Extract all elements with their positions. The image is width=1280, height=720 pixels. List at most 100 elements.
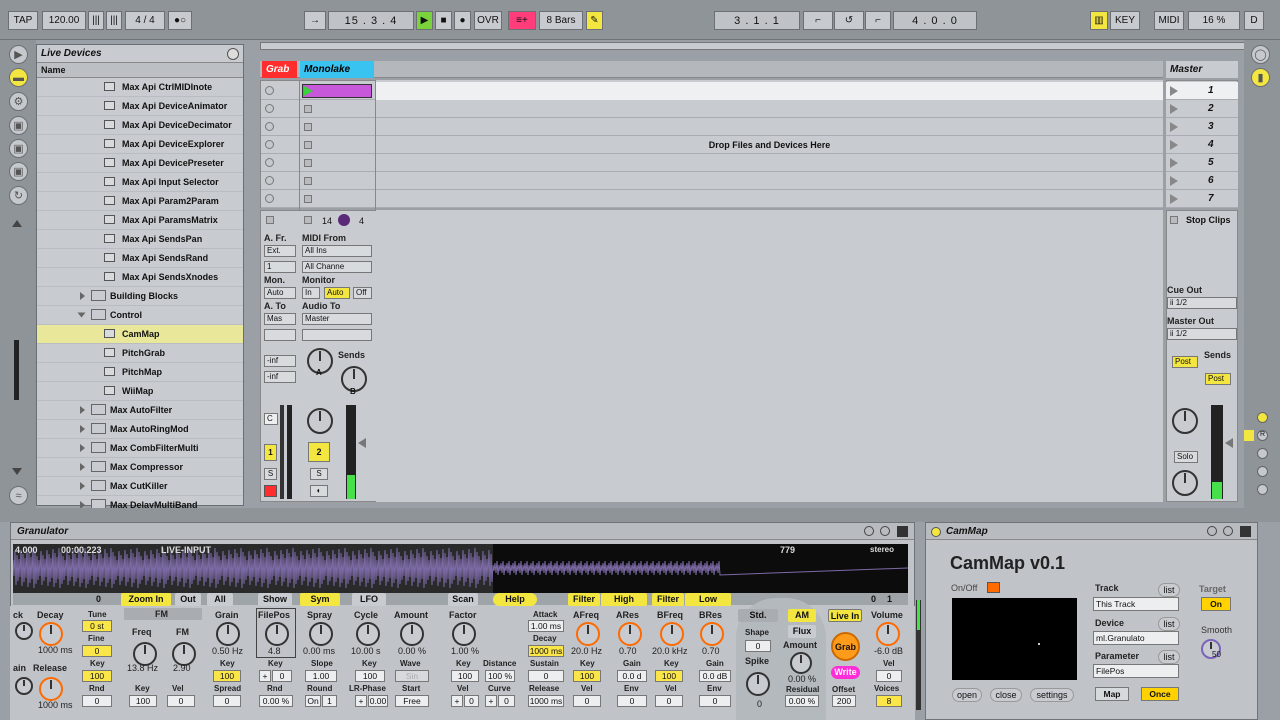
volume-dot-icon[interactable] xyxy=(1257,484,1268,495)
filter-b-type[interactable]: Low xyxy=(685,593,731,606)
close-button[interactable]: close xyxy=(990,688,1022,702)
map-button[interactable]: Map xyxy=(1095,687,1129,701)
grab-stop-button[interactable] xyxy=(266,216,274,224)
track-select[interactable]: This Track xyxy=(1093,597,1179,611)
arrangement-position[interactable]: 15 . 3 . 4 xyxy=(328,11,414,30)
cycle-knob[interactable] xyxy=(356,622,380,646)
collapse-triangle-icon[interactable] xyxy=(77,312,86,318)
browser-item[interactable]: Max Api ParamsMatrix xyxy=(37,211,243,230)
browser-column-header[interactable]: Name xyxy=(37,63,243,78)
post-button-2[interactable]: Post xyxy=(1205,373,1231,385)
cue-out-select[interactable]: ii 1/2 xyxy=(1167,297,1237,309)
session-record-icon[interactable]: ≡+ xyxy=(508,11,536,30)
audio-to-master-select[interactable]: Mas xyxy=(264,313,296,325)
browser-item[interactable]: Max Api CtrlMIDInote xyxy=(37,78,243,97)
browser-item[interactable]: Max AutoFilter xyxy=(37,401,243,420)
afreq-knob[interactable] xyxy=(576,622,600,646)
send-b-value[interactable]: -inf xyxy=(264,371,296,383)
filter-b-toggle[interactable]: Filter xyxy=(652,593,684,606)
clip-record-slot[interactable] xyxy=(265,158,274,167)
distance-field[interactable]: 100 % xyxy=(485,670,515,682)
expand-triangle-icon[interactable] xyxy=(80,406,85,414)
vol-vel-field[interactable]: 0 xyxy=(876,670,902,682)
start-select[interactable]: Free xyxy=(395,695,429,707)
clip-record-slot[interactable] xyxy=(265,104,274,113)
cammap-save-icon[interactable] xyxy=(1207,526,1217,536)
write-button[interactable]: Write xyxy=(831,666,860,679)
bfreq-knob[interactable] xyxy=(660,622,684,646)
expand-triangle-icon[interactable] xyxy=(80,482,85,490)
parameter-select[interactable]: FilePos xyxy=(1093,664,1179,678)
meter-field[interactable]: 4 / 4 xyxy=(125,11,165,30)
browser-item[interactable]: Control xyxy=(37,306,243,325)
midi-from-select[interactable]: All Ins xyxy=(302,245,372,257)
fm-vel-field[interactable]: 0 xyxy=(167,695,195,707)
device-select[interactable]: ml.Granulato xyxy=(1093,631,1179,645)
decay-knob[interactable] xyxy=(39,622,63,646)
mixer-dot-icon[interactable] xyxy=(1257,448,1268,459)
wave-select[interactable]: Sin xyxy=(395,670,429,682)
help-button[interactable]: Help xyxy=(493,593,537,606)
fine-field[interactable]: 0 xyxy=(82,645,112,657)
key-map-button[interactable]: KEY xyxy=(1110,11,1140,30)
clip-record-slot[interactable] xyxy=(265,122,274,131)
master-track-header[interactable]: Master xyxy=(1166,61,1238,78)
solo-button-1[interactable]: S xyxy=(264,468,277,480)
browser-item[interactable]: CamMap xyxy=(37,325,243,344)
ares-knob[interactable] xyxy=(618,622,642,646)
round-field[interactable]: 1 xyxy=(322,695,337,707)
tune-key-field[interactable]: 100 xyxy=(82,670,112,682)
record-icon[interactable]: ● xyxy=(454,11,471,30)
parameter-list-button[interactable]: list xyxy=(1158,650,1180,664)
browser-item[interactable]: Max Api DevicePreseter xyxy=(37,154,243,173)
browser-item[interactable]: Max Api SendsPan xyxy=(37,230,243,249)
browser-scroll-handle[interactable] xyxy=(14,340,19,400)
scene-play-icon[interactable] xyxy=(1170,86,1178,96)
browser-item[interactable]: Max Compressor xyxy=(37,458,243,477)
waveform-display[interactable] xyxy=(13,544,908,593)
filter-a-toggle[interactable]: Filter xyxy=(568,593,600,606)
track-grab-header[interactable]: Grab xyxy=(262,61,297,78)
scene-launch[interactable]: 7 xyxy=(1166,190,1238,208)
cue-volume-knob[interactable] xyxy=(1172,470,1198,496)
audio-to-select[interactable]: Master xyxy=(302,313,372,325)
scene-launch[interactable]: 4 xyxy=(1166,136,1238,154)
slope-field[interactable]: 1.00 xyxy=(305,670,337,682)
std-select[interactable]: Std. xyxy=(738,609,778,622)
browser-options-icon[interactable] xyxy=(227,48,239,60)
draw-mode-icon[interactable]: ✎ xyxy=(586,11,603,30)
scan-toggle[interactable]: Scan xyxy=(448,593,478,606)
cammap-power-icon[interactable] xyxy=(931,527,941,537)
aenv-field[interactable]: 0 xyxy=(617,695,647,707)
browser-item[interactable]: Building Blocks xyxy=(37,287,243,306)
input-channel-select[interactable]: 1 xyxy=(264,261,296,273)
metronome-icon[interactable]: ●○ xyxy=(168,11,192,30)
track-monolake-header[interactable]: Monolake xyxy=(300,61,374,78)
scene-launch[interactable]: 1 xyxy=(1166,82,1238,100)
shape-field[interactable]: 0 xyxy=(745,640,771,652)
sends-dot-icon[interactable] xyxy=(1244,430,1254,441)
stop-clips-label[interactable]: Stop Clips xyxy=(1186,215,1231,225)
live-in-button[interactable]: Live In xyxy=(828,609,862,622)
browser-item[interactable]: Max Api Input Selector xyxy=(37,173,243,192)
overview-bar[interactable] xyxy=(260,42,1264,50)
master-out-select[interactable]: ii 1/2 xyxy=(1167,328,1237,340)
decay2-field[interactable]: 1000 ms xyxy=(528,645,564,657)
grain-knob[interactable] xyxy=(216,622,240,646)
round-on[interactable]: On xyxy=(305,695,321,707)
scroll-up-icon[interactable] xyxy=(12,220,22,227)
avel-field[interactable]: 0 xyxy=(573,695,601,707)
post-button-1[interactable]: Post xyxy=(1172,356,1198,368)
punch-out-icon[interactable]: ⌐ xyxy=(865,11,891,30)
lfo-toggle[interactable]: LFO xyxy=(352,593,386,606)
spike-knob[interactable] xyxy=(746,672,770,696)
keyboard-icon[interactable]: ▥ xyxy=(1090,11,1108,30)
curve-field[interactable]: 0 xyxy=(498,695,515,707)
attack-field[interactable]: 1.00 ms xyxy=(528,620,564,632)
filepos-knob[interactable] xyxy=(265,622,289,646)
clip-stop-slot[interactable] xyxy=(304,195,312,203)
empty-io-slot[interactable] xyxy=(264,329,296,341)
follow-icon[interactable]: → xyxy=(304,11,326,30)
voices-field[interactable]: 8 xyxy=(876,695,902,707)
device-browser-icon[interactable]: ▬ xyxy=(9,68,28,87)
